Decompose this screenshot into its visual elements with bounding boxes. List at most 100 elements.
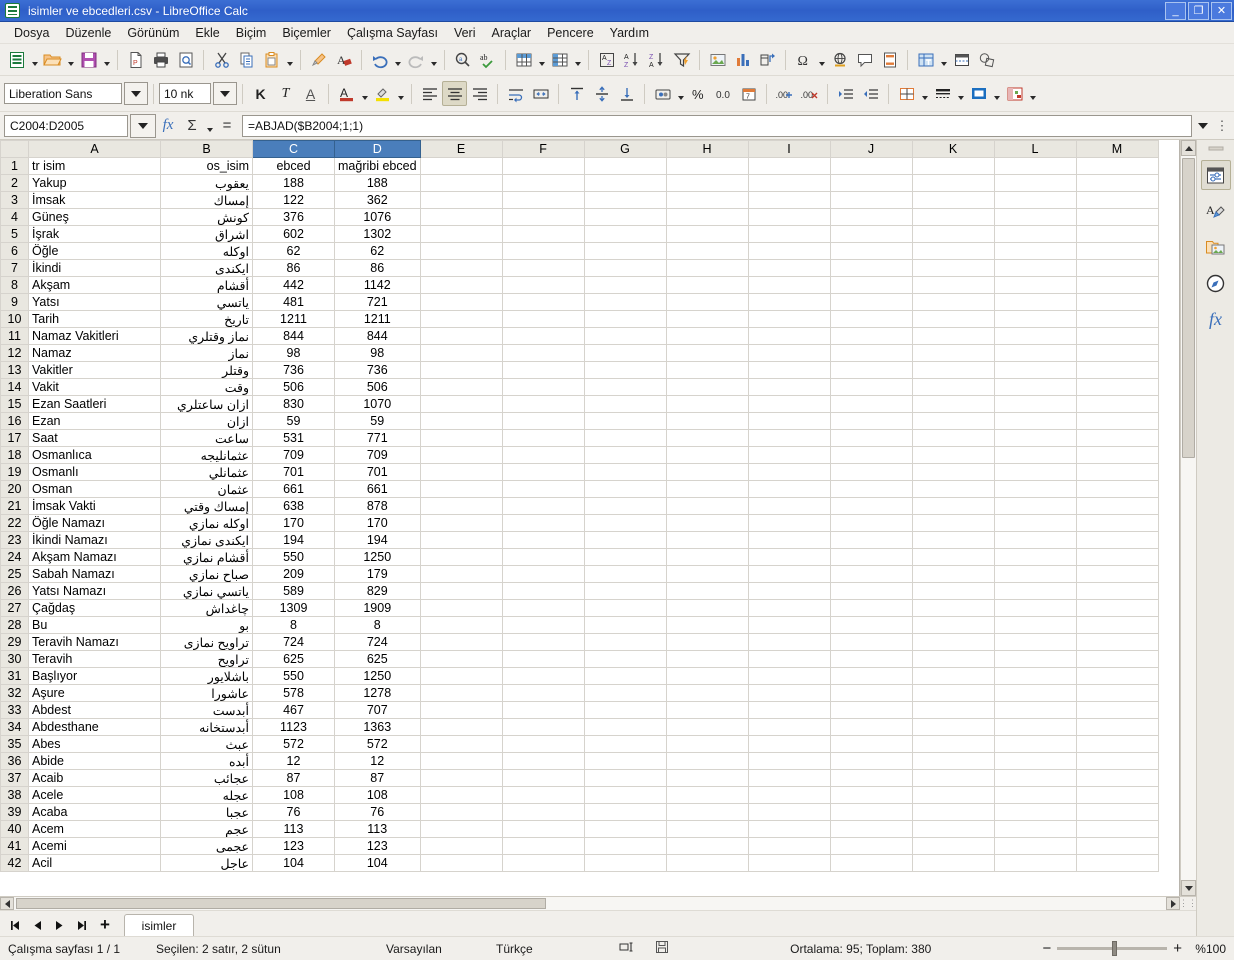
cell-a6[interactable]: Öğle: [28, 242, 161, 260]
cell-h29[interactable]: [665, 633, 749, 651]
cell-e37[interactable]: [419, 769, 503, 787]
undo-icon[interactable]: [367, 47, 392, 72]
cell-l17[interactable]: [993, 429, 1077, 447]
cell-k6[interactable]: [911, 242, 995, 260]
find-replace-icon[interactable]: a: [450, 47, 475, 72]
cell-a20[interactable]: Osman: [28, 480, 161, 498]
cell-b34[interactable]: أبدستخانه: [160, 718, 253, 736]
cell-h3[interactable]: [665, 191, 749, 209]
cell-c10[interactable]: 1211: [252, 310, 335, 328]
cell-j14[interactable]: [829, 378, 913, 396]
cell-j7[interactable]: [829, 259, 913, 277]
horizontal-scroll-track[interactable]: [14, 897, 1166, 910]
background-color-dropdown[interactable]: [991, 81, 1002, 106]
cell-e4[interactable]: [419, 208, 503, 226]
cell-b13[interactable]: وقتلر: [160, 361, 253, 379]
cell-d38[interactable]: 108: [334, 786, 421, 804]
close-button[interactable]: ✕: [1211, 1, 1232, 20]
clone-formatting-icon[interactable]: [306, 47, 331, 72]
sum-dropdown-icon[interactable]: [204, 113, 215, 138]
cell-f28[interactable]: [501, 616, 585, 634]
cell-i28[interactable]: [747, 616, 831, 634]
cell-m12[interactable]: [1075, 344, 1159, 362]
cell-d7[interactable]: 86: [334, 259, 421, 277]
percent-format-icon[interactable]: %: [686, 81, 711, 106]
row-header-29[interactable]: 29: [0, 633, 29, 651]
menu-calisma-sayfasi[interactable]: Çalışma Sayfası: [339, 24, 446, 42]
cell-e24[interactable]: [419, 548, 503, 566]
cell-c42[interactable]: 104: [252, 854, 335, 872]
cell-b18[interactable]: عثمانليجه: [160, 446, 253, 464]
cell-b39[interactable]: عجبا: [160, 803, 253, 821]
menu-pencere[interactable]: Pencere: [539, 24, 602, 42]
cell-e40[interactable]: [419, 820, 503, 838]
cell-h17[interactable]: [665, 429, 749, 447]
cell-h37[interactable]: [665, 769, 749, 787]
cell-a42[interactable]: Acil: [28, 854, 161, 872]
cell-c36[interactable]: 12: [252, 752, 335, 770]
cell-f30[interactable]: [501, 650, 585, 668]
cell-b3[interactable]: إمساك: [160, 191, 253, 209]
cell-j39[interactable]: [829, 803, 913, 821]
cell-e30[interactable]: [419, 650, 503, 668]
cell-d25[interactable]: 179: [334, 565, 421, 583]
paste-dropdown[interactable]: [284, 47, 295, 72]
cell-j19[interactable]: [829, 463, 913, 481]
document-modified-icon[interactable]: [645, 940, 679, 957]
cell-f34[interactable]: [501, 718, 585, 736]
row-header-6[interactable]: 6: [0, 242, 29, 260]
row-header-41[interactable]: 41: [0, 837, 29, 855]
date-format-icon[interactable]: 7: [736, 81, 761, 106]
menu-duzenle[interactable]: Düzenle: [57, 24, 119, 42]
cell-b22[interactable]: اوكله نمازي: [160, 514, 253, 532]
cell-k9[interactable]: [911, 293, 995, 311]
cell-g15[interactable]: [583, 395, 667, 413]
cell-j3[interactable]: [829, 191, 913, 209]
cell-l16[interactable]: [993, 412, 1077, 430]
cell-h25[interactable]: [665, 565, 749, 583]
cell-k5[interactable]: [911, 225, 995, 243]
cell-m24[interactable]: [1075, 548, 1159, 566]
row-header-37[interactable]: 37: [0, 769, 29, 787]
scroll-up-button[interactable]: [1181, 140, 1196, 156]
cell-k29[interactable]: [911, 633, 995, 651]
cell-g13[interactable]: [583, 361, 667, 379]
cell-d41[interactable]: 123: [334, 837, 421, 855]
cell-a28[interactable]: Bu: [28, 616, 161, 634]
cell-c34[interactable]: 1123: [252, 718, 335, 736]
cell-e10[interactable]: [419, 310, 503, 328]
vertical-scrollbar[interactable]: [1180, 140, 1196, 896]
first-sheet-icon[interactable]: [4, 914, 26, 936]
row-header-32[interactable]: 32: [0, 684, 29, 702]
font-color-icon[interactable]: A: [334, 81, 359, 106]
cell-m22[interactable]: [1075, 514, 1159, 532]
cell-i1[interactable]: [747, 157, 831, 175]
cell-i23[interactable]: [747, 531, 831, 549]
align-middle-icon[interactable]: [589, 81, 614, 106]
cell-k26[interactable]: [911, 582, 995, 600]
cell-a18[interactable]: Osmanlıca: [28, 446, 161, 464]
add-decimal-icon[interactable]: .00: [772, 81, 797, 106]
scroll-right-button[interactable]: [1166, 897, 1180, 910]
cell-b27[interactable]: چاغداش: [160, 599, 253, 617]
cell-l20[interactable]: [993, 480, 1077, 498]
menu-gorunum[interactable]: Görünüm: [119, 24, 187, 42]
cell-l1[interactable]: [993, 157, 1077, 175]
cell-j30[interactable]: [829, 650, 913, 668]
cell-m19[interactable]: [1075, 463, 1159, 481]
cell-l4[interactable]: [993, 208, 1077, 226]
cell-d8[interactable]: 1142: [334, 276, 421, 294]
cell-h28[interactable]: [665, 616, 749, 634]
border-style-dropdown[interactable]: [955, 81, 966, 106]
cell-c4[interactable]: 376: [252, 208, 335, 226]
cell-b21[interactable]: إمساك وقتي: [160, 497, 253, 515]
font-size-dropdown-icon[interactable]: [213, 82, 237, 105]
cell-i42[interactable]: [747, 854, 831, 872]
resize-grip-icon[interactable]: ⋮⋮: [1179, 897, 1197, 910]
cell-b8[interactable]: أقشام: [160, 276, 253, 294]
cell-c35[interactable]: 572: [252, 735, 335, 753]
cell-f25[interactable]: [501, 565, 585, 583]
cell-i17[interactable]: [747, 429, 831, 447]
cell-h23[interactable]: [665, 531, 749, 549]
cell-e27[interactable]: [419, 599, 503, 617]
